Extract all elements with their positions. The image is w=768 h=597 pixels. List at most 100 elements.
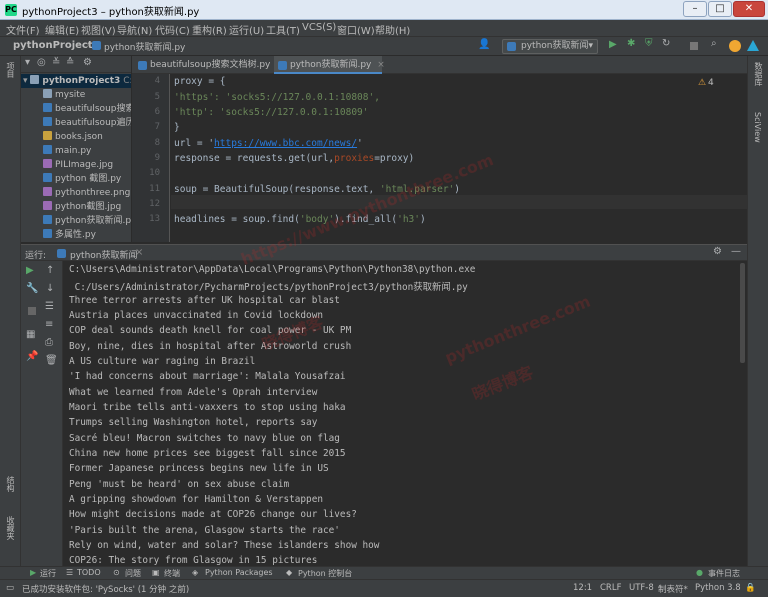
file-encoding[interactable]: UTF-8 [629, 583, 654, 593]
tree-item[interactable]: pythonthree.png [21, 186, 131, 200]
stop-icon[interactable] [28, 307, 36, 315]
menu-help[interactable]: 帮助(H) [375, 22, 410, 37]
tool-tab-todo[interactable]: TODO [77, 568, 101, 577]
run-config-select[interactable]: python获取新闻 ▾ [502, 39, 598, 54]
coverage-icon[interactable]: ⛨ [645, 38, 653, 49]
up-arrow-icon[interactable]: ↑ [46, 265, 54, 276]
console-scrollbar[interactable] [740, 263, 745, 363]
favorites-tool-tab[interactable]: 收藏夹 [5, 516, 16, 540]
tool-tab-python-packages[interactable]: Python Packages [205, 568, 273, 577]
code-text: ' [357, 138, 363, 149]
indent-setting[interactable]: 制表符* [658, 583, 688, 595]
menu-refactor[interactable]: 重构(R) [192, 22, 227, 37]
tree-item[interactable]: beautifulsoup搜索文 [21, 102, 131, 116]
tree-item[interactable]: main.py [21, 144, 131, 158]
tool-tab-problems[interactable]: 问题 [125, 568, 141, 579]
wrench-icon[interactable]: 🔧 [26, 283, 38, 294]
lock-icon[interactable]: 🔒 [745, 583, 756, 593]
project-tool-tab[interactable]: 项目 [5, 62, 16, 78]
locate-icon[interactable]: ◎ [37, 57, 46, 68]
tree-root-label: pythonProject3 [42, 76, 121, 86]
close-tab-icon[interactable]: × [377, 60, 385, 70]
print-icon[interactable]: ⎙ [45, 337, 53, 348]
minimize-button[interactable]: – [683, 1, 707, 17]
trash-icon[interactable]: 🗑 [45, 355, 58, 366]
rerun-icon[interactable]: ▶ [26, 265, 34, 276]
menu-edit[interactable]: 编辑(E) [45, 22, 79, 37]
tool-tab-run[interactable]: 运行 [40, 568, 56, 579]
warning-count[interactable]: 4 [708, 78, 714, 88]
structure-tool-tab[interactable]: 结构 [5, 476, 16, 492]
tree-root[interactable]: ▾ pythonProject3 C:\U [21, 74, 132, 88]
menu-view[interactable]: 视图(V) [81, 22, 116, 37]
menu-window[interactable]: 窗口(W) [337, 22, 375, 37]
menu-file[interactable]: 文件(F) [6, 22, 40, 37]
menu-navigate[interactable]: 导航(N) [117, 22, 152, 37]
collapse-all-icon[interactable]: ≙ [66, 57, 74, 68]
pin-icon[interactable]: 📌 [26, 351, 38, 362]
line-number: 7 [154, 122, 160, 132]
down-arrow-icon[interactable]: ↓ [46, 283, 54, 294]
close-tab-icon[interactable]: × [135, 247, 143, 258]
code-text: soup = BeautifulSoup(response.text, [174, 184, 380, 195]
code-editor[interactable]: 4 5 6 7 8 9 10 11 12 13 proxy = { 'https… [132, 74, 747, 242]
menu-vcs[interactable]: VCS(S) [302, 22, 336, 33]
status-message[interactable]: 已成功安装软件包: 'PySocks' (1 分钟 之前) [22, 583, 189, 595]
tab-python-news[interactable]: python获取新闻.py × [274, 56, 385, 74]
expand-all-icon[interactable]: ≚ [52, 57, 60, 68]
run-console[interactable]: C:\Users\Administrator\AppData\Local\Pro… [63, 261, 747, 566]
menu-code[interactable]: 代码(C) [155, 22, 190, 37]
caret-position[interactable]: 12:1 [573, 583, 592, 593]
panel-menu-icon[interactable]: ▾ [25, 57, 30, 68]
layout-icon[interactable]: ▦ [26, 329, 35, 340]
folder-icon [43, 89, 52, 98]
code-url[interactable]: https://www.bbc.com/news/ [214, 138, 357, 149]
tree-item[interactable]: PILImage.jpg [21, 158, 131, 172]
soft-wrap-icon[interactable]: ☰ [45, 301, 54, 312]
tree-root-path: C:\U [123, 76, 132, 86]
tree-item[interactable]: python截图.jpg [21, 200, 131, 214]
terminal-icon: ▣ [152, 568, 160, 577]
gear-icon[interactable]: ⚙ [713, 246, 722, 257]
tab-label: python获取新闻.py [290, 60, 372, 70]
python-interpreter[interactable]: Python 3.8 [695, 583, 741, 593]
database-tool-tab[interactable]: 数据库 [753, 62, 764, 86]
event-log-tab[interactable]: 事件日志 [708, 568, 740, 579]
console-output-line: Boy, nine, dies in hospital after Astrow… [69, 341, 352, 352]
run-tab-label[interactable]: python获取新闻 [70, 248, 137, 261]
console-output-line: Rely on wind, water and solar? These isl… [69, 540, 380, 551]
pycharm-icon[interactable] [747, 40, 759, 51]
tree-item[interactable]: python获取新闻.py [21, 214, 131, 228]
breadcrumb-file[interactable]: python获取新闻.py [104, 40, 185, 53]
profile-icon[interactable]: ↻ [662, 38, 670, 49]
bottom-tool-tabs: ▶ 运行 ☰ TODO ⊙ 问题 ▣ 终端 ◈ Python Packages … [0, 566, 768, 579]
left-tool-strip: 项目 结构 收藏夹 [0, 56, 21, 566]
debug-icon[interactable]: ✱ [627, 38, 635, 49]
code-line: proxy = { [174, 76, 225, 87]
console-output-line: What we learned from Adele's Oprah inter… [69, 387, 318, 398]
tab-beautifulsoup-search[interactable]: beautifulsoup搜索文档树.py × [134, 56, 284, 74]
run-icon[interactable]: ▶ [609, 39, 617, 50]
tree-item[interactable]: python 截图.py [21, 172, 131, 186]
line-separator[interactable]: CRLF [600, 583, 621, 593]
user-icon[interactable]: 👤 [478, 39, 490, 50]
tree-item[interactable]: beautifulsoup遍历文 [21, 116, 131, 130]
scroll-end-icon[interactable]: ≡ [45, 319, 53, 330]
menu-run[interactable]: 运行(U) [229, 22, 264, 37]
minimize-panel-icon[interactable]: — [731, 246, 741, 257]
tool-tab-terminal[interactable]: 终端 [164, 568, 180, 579]
tree-item[interactable]: mysite [21, 88, 131, 102]
close-button[interactable]: ✕ [733, 1, 765, 17]
tree-item[interactable]: 多属性.py [21, 228, 131, 242]
warning-icon[interactable]: ⚠ [698, 78, 706, 88]
maximize-button[interactable]: □ [708, 1, 732, 17]
code-line: headlines = soup.find('body').find_all('… [174, 214, 426, 225]
tree-item[interactable]: books.json [21, 130, 131, 144]
menu-tools[interactable]: 工具(T) [266, 22, 300, 37]
tool-tab-python-console[interactable]: Python 控制台 [298, 568, 352, 579]
sciview-tool-tab[interactable]: SciView [753, 112, 762, 143]
search-icon[interactable]: ⌕ [711, 38, 717, 49]
stop-icon[interactable] [690, 42, 698, 50]
update-icon[interactable] [729, 40, 741, 52]
gear-icon[interactable]: ⚙ [83, 57, 92, 68]
